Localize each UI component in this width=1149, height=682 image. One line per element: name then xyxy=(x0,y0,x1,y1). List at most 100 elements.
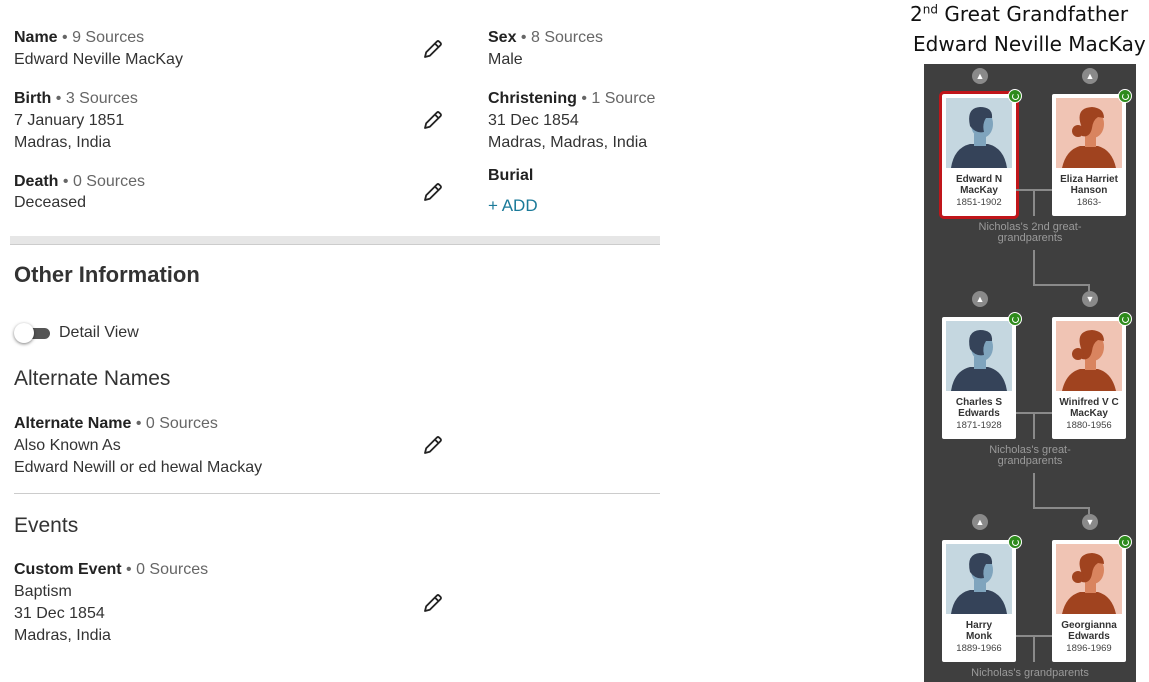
person-name: Charles S Edwards xyxy=(942,397,1016,419)
add-burial-link[interactable]: + ADD xyxy=(488,196,538,216)
edit-custom-event-pencil-icon[interactable] xyxy=(421,591,445,615)
christening-label: Christening • 1 Source xyxy=(488,90,656,107)
name-label: Name • 9 Sources xyxy=(14,29,145,46)
pedigree-tree: ▲ ▲ Edward N MacKay 1851-1902 Eliza Harriet Ha… xyxy=(924,64,1136,682)
detail-view-toggle[interactable] xyxy=(14,321,52,345)
person-name: Eliza Harriet Hanson xyxy=(1052,174,1126,196)
couple-connector-stem xyxy=(1033,412,1035,439)
person-card-father-gen2[interactable]: Charles S Edwards 1871-1928 xyxy=(942,317,1016,439)
birth-place: Madras, India xyxy=(14,134,111,151)
female-portrait-icon xyxy=(1056,544,1122,614)
custom-event-date: 31 Dec 1854 xyxy=(14,605,105,622)
person-caption-name: Edward Neville MacKay xyxy=(913,32,1146,56)
person-name-line: Edward N xyxy=(955,174,1003,185)
person-name-line: Edwards xyxy=(1068,631,1110,642)
person-name-line: Monk xyxy=(965,631,993,642)
descent-line xyxy=(1033,284,1090,286)
expand-up-chevron-icon[interactable]: ▲ xyxy=(972,68,988,84)
relationship-caption: 2nd Great Grandfather xyxy=(910,2,1129,26)
person-name-line: Edwards xyxy=(958,408,1000,419)
detail-view-label: Detail View xyxy=(59,324,139,341)
collapse-down-chevron-icon[interactable]: ▼ xyxy=(1082,291,1098,307)
hint-leaf-icon[interactable] xyxy=(1118,535,1132,549)
person-name: Georgianna Edwards xyxy=(1052,620,1126,642)
alternate-names-divider xyxy=(14,493,660,494)
hint-leaf-icon[interactable] xyxy=(1008,535,1022,549)
alternate-name-value: Edward Newill or ed hewal Mackay xyxy=(14,459,263,476)
descent-line xyxy=(1088,507,1090,514)
person-name-line: Georgianna xyxy=(1061,620,1117,631)
hint-leaf-icon[interactable] xyxy=(1118,312,1132,326)
generation-label: Nicholas's great-grandparents xyxy=(924,445,1136,467)
person-name-line: Harry xyxy=(965,620,993,631)
christening-date: 31 Dec 1854 xyxy=(488,112,579,129)
descent-line xyxy=(1033,250,1035,284)
edit-name-pencil-icon[interactable] xyxy=(421,37,445,61)
birth-date: 7 January 1851 xyxy=(14,112,125,129)
person-dates: 1896-1969 xyxy=(1066,643,1112,654)
person-name: Winifred V C MacKay xyxy=(1052,397,1126,419)
edit-death-pencil-icon[interactable] xyxy=(421,180,445,204)
person-card-mother-gen3[interactable]: Georgianna Edwards 1896-1969 xyxy=(1052,540,1126,662)
generation-label: Nicholas's 2nd great-grandparents xyxy=(924,222,1136,244)
descent-line xyxy=(1033,507,1090,509)
person-name-line: Winifred V C xyxy=(1059,397,1119,408)
death-label: Death • 0 Sources xyxy=(14,173,145,190)
death-value: Deceased xyxy=(14,194,87,211)
alternate-name-label: Alternate Name • 0 Sources xyxy=(14,415,218,432)
person-card-father-gen3[interactable]: Harry Monk 1889-1966 xyxy=(942,540,1016,662)
custom-event-place: Madras, India xyxy=(14,627,111,644)
couple-connector-stem xyxy=(1033,635,1035,662)
events-heading: Events xyxy=(14,514,79,537)
person-name-line: MacKay xyxy=(1070,408,1108,419)
male-portrait-icon xyxy=(946,544,1012,614)
hint-leaf-icon[interactable] xyxy=(1118,89,1132,103)
person-name: Harry Monk xyxy=(942,620,1016,642)
person-dates: 1851-1902 xyxy=(956,197,1002,208)
generation-label-line: grandparents xyxy=(997,232,1063,244)
person-name-line: MacKay xyxy=(960,185,998,196)
male-portrait-icon xyxy=(946,98,1012,168)
alternate-names-heading: Alternate Names xyxy=(14,367,171,390)
male-portrait-icon xyxy=(946,321,1012,391)
person-dates: 1889-1966 xyxy=(956,643,1002,654)
descent-line xyxy=(1033,473,1035,507)
generation-label-line: grandparents xyxy=(997,455,1063,467)
couple-connector-stem xyxy=(1033,189,1035,216)
female-portrait-icon xyxy=(1056,321,1122,391)
hint-leaf-icon[interactable] xyxy=(1008,312,1022,326)
name-value: Edward Neville MacKay xyxy=(14,51,183,68)
person-card-mother-gen2[interactable]: Winifred V C MacKay 1880-1956 xyxy=(1052,317,1126,439)
sex-value: Male xyxy=(488,51,523,68)
section-divider xyxy=(10,236,660,245)
expand-up-chevron-icon[interactable]: ▲ xyxy=(972,514,988,530)
female-portrait-icon xyxy=(1056,98,1122,168)
alternate-name-type: Also Known As xyxy=(14,437,121,454)
burial-label: Burial xyxy=(488,167,534,184)
collapse-down-chevron-icon[interactable]: ▼ xyxy=(1082,514,1098,530)
christening-place: Madras, Madras, India xyxy=(488,134,648,151)
edit-birth-pencil-icon[interactable] xyxy=(421,108,445,132)
custom-event-type: Baptism xyxy=(14,583,72,600)
sex-label: Sex • 8 Sources xyxy=(488,29,604,46)
person-name: Edward N MacKay xyxy=(942,174,1016,196)
person-name-line: Hanson xyxy=(1070,185,1108,196)
other-information-heading: Other Information xyxy=(14,262,200,287)
person-name-line: Eliza Harriet xyxy=(1060,174,1118,185)
person-dates: 1871-1928 xyxy=(956,420,1002,431)
generation-label-line: Nicholas's grandparents xyxy=(971,667,1089,679)
generation-label: Nicholas's grandparents xyxy=(924,668,1136,679)
person-dates: 1863- xyxy=(1076,197,1102,208)
custom-event-label: Custom Event • 0 Sources xyxy=(14,561,209,578)
person-card-father-gen1[interactable]: Edward N MacKay 1851-1902 xyxy=(939,91,1019,219)
birth-label: Birth • 3 Sources xyxy=(14,90,138,107)
hint-leaf-icon[interactable] xyxy=(1008,89,1022,103)
expand-up-chevron-icon[interactable]: ▲ xyxy=(1082,68,1098,84)
christening-fact: Christening • 1 Source 31 Dec 1854 Madra… xyxy=(488,88,660,154)
person-dates: 1880-1956 xyxy=(1066,420,1112,431)
expand-up-chevron-icon[interactable]: ▲ xyxy=(972,291,988,307)
edit-alternate-name-pencil-icon[interactable] xyxy=(421,433,445,457)
person-name-line: Charles S xyxy=(955,397,1003,408)
descent-line xyxy=(1088,284,1090,291)
person-card-mother-gen1[interactable]: Eliza Harriet Hanson 1863- xyxy=(1052,94,1126,216)
